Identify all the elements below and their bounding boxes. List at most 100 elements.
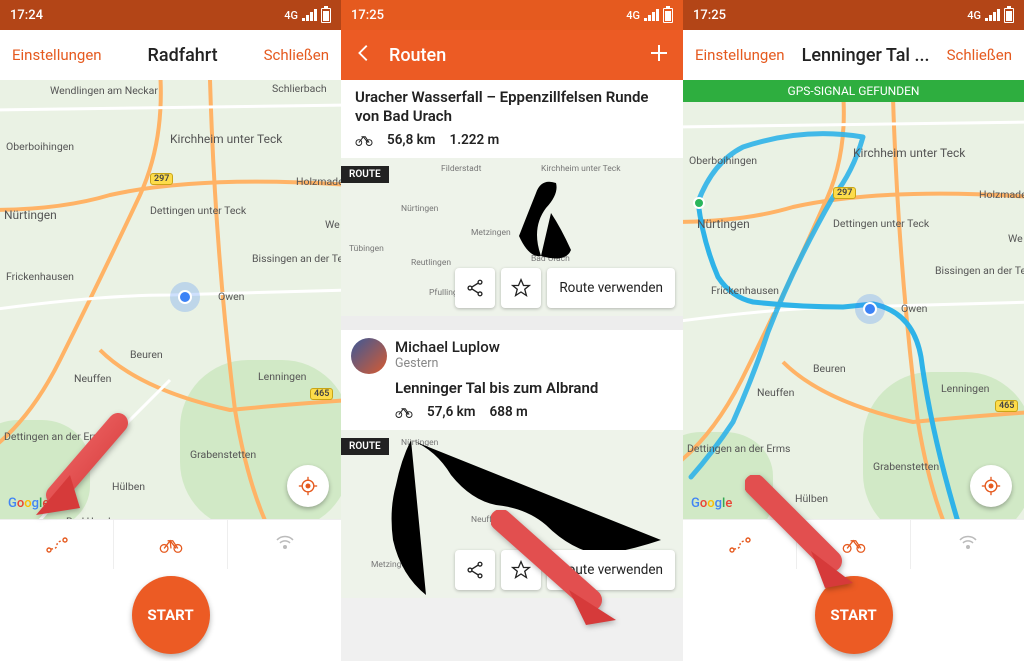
- start-button[interactable]: START: [132, 576, 210, 654]
- signal-icon: [302, 9, 317, 21]
- map-label: Frickenhausen: [711, 284, 779, 297]
- route-meta: 57,6 km 688 m: [395, 404, 669, 420]
- status-time: 17:25: [693, 8, 726, 23]
- map-label: We: [325, 218, 340, 231]
- network-label: 4G: [284, 9, 298, 22]
- bike-icon: [395, 405, 413, 419]
- tab-route[interactable]: [683, 520, 797, 569]
- route-card[interactable]: Uracher Wasserfall – Eppenzillfelsen Run…: [341, 80, 683, 316]
- favorite-button[interactable]: [501, 268, 541, 308]
- share-button[interactable]: [455, 550, 495, 590]
- use-route-button[interactable]: Route verwenden: [547, 268, 675, 308]
- screen-record: 17:24 4G Einstellungen Radfahrt Schließe…: [0, 0, 341, 661]
- tab-bike[interactable]: [114, 520, 228, 569]
- route-card[interactable]: Michael Luplow Gestern Lenninger Tal bis…: [341, 330, 683, 599]
- mini-map[interactable]: Filderstadt Kirchheim unter Teck Nürting…: [341, 158, 683, 316]
- crosshair-icon: [298, 476, 318, 496]
- tab-sensor[interactable]: [911, 520, 1024, 569]
- status-icons: 4G: [626, 8, 673, 23]
- map-label: Dettingen unter Teck: [833, 217, 929, 230]
- map[interactable]: 297 465 Wendlingen am Neckar Schlierbach…: [0, 80, 341, 519]
- bottom-tabs: [0, 519, 341, 569]
- close-link[interactable]: Schließen: [264, 46, 329, 64]
- bike-icon: [355, 133, 373, 147]
- start-button[interactable]: START: [815, 576, 893, 654]
- google-logo: Google: [8, 496, 49, 511]
- tab-sensor[interactable]: [228, 520, 341, 569]
- map-label: Dettingen an der Erms: [687, 442, 790, 455]
- tab-bike[interactable]: [797, 520, 911, 569]
- locate-button[interactable]: [287, 465, 329, 507]
- battery-icon: [1004, 8, 1014, 23]
- avatar[interactable]: [351, 338, 387, 374]
- route-meta: 56,8 km 1.222 m: [355, 132, 669, 148]
- map-label: Holzmade: [296, 175, 341, 188]
- route-start-dot: [693, 197, 705, 209]
- start-label: START: [830, 606, 876, 624]
- road-shield: 465: [310, 388, 333, 400]
- app-bar: Einstellungen Lenninger Tal ... Schließe…: [683, 30, 1024, 80]
- mini-map[interactable]: Nürtingen Neuffen Metzingen ROUTE Route …: [341, 430, 683, 598]
- back-button[interactable]: [353, 42, 375, 68]
- screen-navigation: 17:25 4G Einstellungen Lenninger Tal ...…: [683, 0, 1024, 661]
- route-when: Gestern: [395, 356, 669, 371]
- back-icon: [353, 42, 375, 64]
- bike-icon: [159, 535, 183, 555]
- star-icon: [511, 278, 531, 298]
- page-title: Radfahrt: [102, 45, 264, 66]
- network-label: 4G: [967, 9, 981, 22]
- use-route-button[interactable]: Route verwenden: [547, 550, 675, 590]
- battery-icon: [321, 8, 331, 23]
- page-title: Lenninger Tal ...: [785, 45, 947, 66]
- tab-route[interactable]: [0, 520, 114, 569]
- map-label: Hülben: [795, 492, 828, 505]
- routes-list[interactable]: Uracher Wasserfall – Eppenzillfelsen Run…: [341, 80, 683, 661]
- map-label: Bissingen an der Teck: [935, 264, 1024, 277]
- map-label: Neuffen: [757, 386, 794, 399]
- status-bar: 17:25 4G: [683, 0, 1024, 30]
- route-title: Lenninger Tal bis zum Albrand: [395, 379, 669, 398]
- map-label: Lenningen: [941, 382, 989, 395]
- map-label: Nürtingen: [697, 217, 750, 231]
- map-label: Kirchheim unter Teck: [170, 132, 282, 146]
- locate-button[interactable]: [970, 465, 1012, 507]
- map-label: Römerstein: [270, 518, 324, 519]
- map-label: Bad Urach: [66, 515, 114, 519]
- road-shield: 297: [833, 187, 856, 199]
- star-icon: [511, 560, 531, 580]
- map-label: Dettingen an der Erms: [4, 430, 107, 443]
- divider: [341, 316, 683, 330]
- map[interactable]: 297 465 Oberboihingen Kirchheim unter Te…: [683, 102, 1024, 519]
- share-icon: [465, 278, 485, 298]
- map-label: Hülben: [112, 480, 145, 493]
- road-shield: 297: [150, 173, 173, 185]
- use-route-label: Route verwenden: [559, 562, 663, 578]
- google-logo: Google: [691, 496, 732, 511]
- map-label: Beuren: [130, 348, 163, 361]
- status-time: 17:25: [351, 8, 384, 23]
- close-link[interactable]: Schließen: [947, 46, 1012, 64]
- share-button[interactable]: [455, 268, 495, 308]
- map-label: Wendlingen am Neckar: [50, 84, 158, 97]
- settings-link[interactable]: Einstellungen: [12, 46, 102, 64]
- sensor-icon: [273, 535, 297, 555]
- share-icon: [465, 560, 485, 580]
- start-area: START: [0, 569, 341, 661]
- user-location-dot: [863, 302, 877, 316]
- route-distance: 57,6 km: [427, 404, 476, 420]
- start-label: START: [147, 606, 193, 624]
- road-shield: 465: [995, 400, 1018, 412]
- bottom-tabs: [683, 519, 1024, 569]
- bike-icon: [842, 535, 866, 555]
- route-icon: [45, 535, 69, 555]
- screen-routes: 17:25 4G Routen Uracher Wasserfall – Epp…: [341, 0, 683, 661]
- add-route-button[interactable]: [647, 41, 671, 69]
- status-icons: 4G: [967, 8, 1014, 23]
- favorite-button[interactable]: [501, 550, 541, 590]
- page-title: Routen: [375, 45, 647, 66]
- map-label: Lenningen: [258, 370, 306, 383]
- route-tag: ROUTE: [341, 166, 389, 183]
- map-label: Owen: [901, 302, 927, 315]
- settings-link[interactable]: Einstellungen: [695, 46, 785, 64]
- route-tag: ROUTE: [341, 438, 389, 455]
